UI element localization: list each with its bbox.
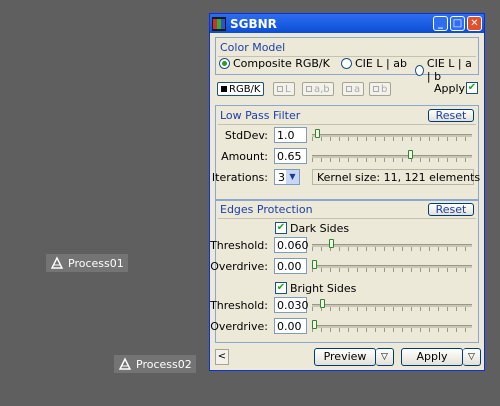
process02-icon-item[interactable]: Process02 <box>114 355 196 373</box>
slider-thumb <box>315 129 320 138</box>
low-pass-filter-section: Low Pass Filter Reset StdDev: 1.0 Amount… <box>212 105 480 201</box>
dark-overdrive-row: Overdrive: 0.00 <box>210 258 478 274</box>
bright-threshold-label: Threshold: <box>210 298 268 312</box>
process02-label: Process02 <box>136 357 192 371</box>
bright-threshold-row: Threshold: 0.030 <box>210 297 478 313</box>
apply-channel-checkbox[interactable]: ✔ <box>466 82 478 94</box>
radio-composite-rgbk[interactable]: Composite RGB/K <box>219 57 330 70</box>
bright-sides-label: Bright Sides <box>290 281 357 295</box>
dark-sides-row: ✔ Dark Sides <box>216 220 478 236</box>
pixinsight-app-icon <box>212 16 226 31</box>
edges-reset-button[interactable]: Reset <box>428 202 474 216</box>
process01-label: Process01 <box>68 256 124 270</box>
process-icon <box>50 256 64 269</box>
color-model-section: Color Model Composite RGB/K CIE L | ab C… <box>215 37 479 83</box>
dark-threshold-slider[interactable] <box>312 238 472 252</box>
channel-b-button[interactable]: b <box>369 82 392 96</box>
slider-thumb <box>312 320 317 329</box>
slider-thumb <box>320 299 325 308</box>
process01-icon-item[interactable]: Process01 <box>46 254 128 272</box>
bright-sides-checkbox[interactable]: ✔ <box>275 282 287 294</box>
window-title: SGBNR <box>230 16 277 31</box>
radio-indicator <box>341 58 352 69</box>
dark-threshold-label: Threshold: <box>210 238 268 252</box>
amount-row: Amount: 0.65 <box>216 148 478 164</box>
channel-rgbk-button[interactable]: RGB/K <box>217 82 265 96</box>
radio-label: Composite RGB/K <box>233 57 330 70</box>
stddev-row: StdDev: 1.0 <box>216 127 478 143</box>
iterations-row: Iterations: 3 ▼ Kernel size: 11, 121 ele… <box>212 169 480 185</box>
preview-button[interactable]: Preview <box>314 348 376 366</box>
stddev-slider[interactable] <box>312 128 472 142</box>
dark-overdrive-label: Overdrive: <box>210 259 268 273</box>
dialog-footer: < Preview ▽ Apply ▽ <box>215 347 481 367</box>
radio-cie-l-ab[interactable]: CIE L | ab <box>341 57 407 70</box>
edges-protection-section: Edges Protection Reset ✔ Dark Sides Thre… <box>210 199 479 343</box>
kernel-size-info: Kernel size: 11, 121 elements <box>312 169 480 185</box>
sgbnr-dialog: SGBNR _ □ ✕ Color Model Composite RGB/K … <box>209 13 485 371</box>
apply-split-button: Apply ▽ <box>401 348 481 366</box>
channel-l-button[interactable]: L <box>273 82 295 96</box>
dark-threshold-row: Threshold: 0.060 <box>210 237 478 253</box>
bright-threshold-field[interactable]: 0.030 <box>274 297 309 313</box>
slider-thumb <box>312 260 317 269</box>
bright-sides-row: ✔ Bright Sides <box>216 280 478 296</box>
scroll-left-icon[interactable]: < <box>215 349 229 365</box>
bright-overdrive-field[interactable]: 0.00 <box>274 318 307 334</box>
slider-thumb <box>329 239 334 248</box>
apply-channel-label: Apply <box>434 82 466 95</box>
radio-indicator <box>219 58 230 69</box>
bright-overdrive-slider[interactable] <box>312 319 472 333</box>
stddev-label: StdDev: <box>224 128 268 142</box>
dark-threshold-field[interactable]: 0.060 <box>274 237 309 253</box>
chevron-down-icon: ▼ <box>286 170 299 184</box>
dark-sides-label: Dark Sides <box>290 221 350 235</box>
bright-threshold-slider[interactable] <box>312 298 472 312</box>
channel-row: RGB/K L a,b a b Apply ✔ <box>215 80 479 98</box>
color-model-heading: Color Model <box>220 40 286 54</box>
edges-heading: Edges Protection <box>220 202 313 216</box>
low-pass-heading: Low Pass Filter <box>220 108 301 122</box>
preview-split-button: Preview ▽ <box>314 348 394 366</box>
close-icon[interactable]: ✕ <box>467 16 482 31</box>
bright-overdrive-label: Overdrive: <box>210 319 268 333</box>
apply-dropdown-icon[interactable]: ▽ <box>463 348 481 366</box>
preview-dropdown-icon[interactable]: ▽ <box>376 348 394 366</box>
process-icon <box>118 357 132 370</box>
iterations-value: 3 <box>278 171 285 184</box>
amount-slider[interactable] <box>312 149 472 163</box>
dark-overdrive-slider[interactable] <box>312 259 472 273</box>
bright-overdrive-row: Overdrive: 0.00 <box>210 318 478 334</box>
amount-label: Amount: <box>221 149 268 163</box>
apply-button[interactable]: Apply <box>401 348 463 366</box>
low-pass-reset-button[interactable]: Reset <box>428 108 474 122</box>
maximize-icon[interactable]: □ <box>450 16 465 31</box>
channel-ab-button[interactable]: a,b <box>302 82 334 96</box>
iterations-combo[interactable]: 3 ▼ <box>274 169 300 185</box>
dark-sides-checkbox[interactable]: ✔ <box>275 222 287 234</box>
title-bar[interactable]: SGBNR _ □ ✕ <box>210 14 484 33</box>
slider-thumb <box>408 150 413 159</box>
minimize-icon[interactable]: _ <box>433 16 448 31</box>
amount-field[interactable]: 0.65 <box>274 148 307 164</box>
stddev-field[interactable]: 1.0 <box>274 127 307 143</box>
radio-indicator <box>415 64 424 76</box>
iterations-label: Iterations: <box>211 170 268 184</box>
channel-a-button[interactable]: a <box>342 82 365 96</box>
radio-label: CIE L | ab <box>355 57 407 70</box>
dark-overdrive-field[interactable]: 0.00 <box>274 258 307 274</box>
